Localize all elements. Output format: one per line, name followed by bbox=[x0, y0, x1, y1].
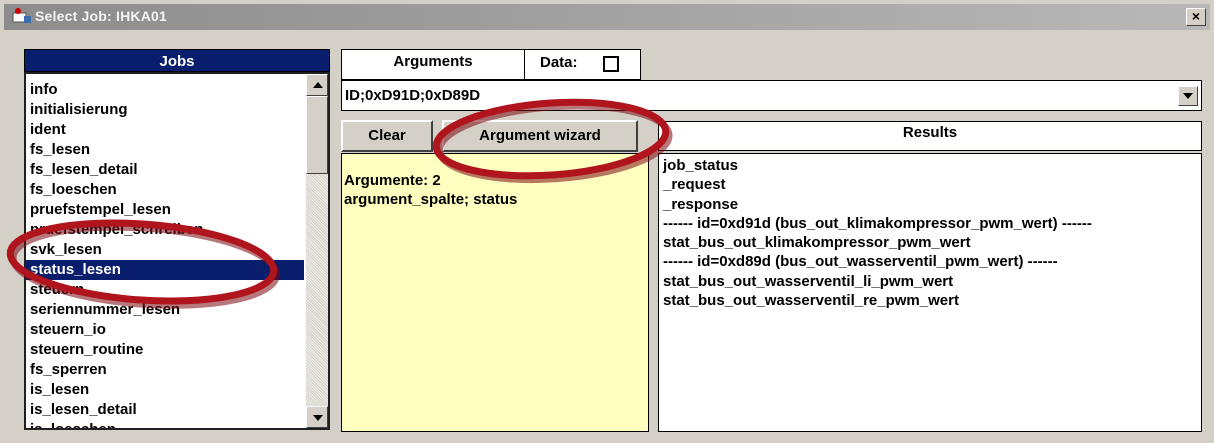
list-item[interactable]: info bbox=[26, 80, 304, 100]
list-item[interactable]: is_lesen_detail bbox=[26, 400, 304, 420]
result-line[interactable]: ------ id=0xd91d (bus_out_klimakompresso… bbox=[663, 214, 1201, 233]
chevron-down-icon bbox=[1183, 93, 1193, 99]
list-item[interactable]: is_loeschen bbox=[26, 420, 304, 428]
result-line[interactable]: job_status bbox=[663, 156, 1201, 175]
list-item[interactable]: is_lesen bbox=[26, 380, 304, 400]
result-line[interactable]: stat_bus_out_klimakompressor_pwm_wert bbox=[663, 233, 1201, 252]
list-item[interactable]: ident bbox=[26, 120, 304, 140]
jobs-header: Jobs bbox=[24, 49, 330, 72]
result-line[interactable]: stat_bus_out_wasserventil_li_pwm_wert bbox=[663, 272, 1201, 291]
window-title: Select Job: IHKA01 bbox=[35, 8, 167, 24]
data-checkbox[interactable] bbox=[603, 56, 619, 72]
arguments-combobox[interactable]: ID;0xD91D;0xD89D bbox=[341, 80, 1202, 111]
arguments-info-panel: Argumente: 2 argument_spalte; status bbox=[341, 153, 649, 432]
select-job-window: Select Job: IHKA01 × Jobs info initialisi… bbox=[0, 0, 1214, 443]
list-item[interactable]: steuern bbox=[26, 280, 304, 300]
result-line[interactable]: stat_bus_out_wasserventil_re_pwm_wert bbox=[663, 291, 1201, 310]
list-item[interactable]: svk_lesen bbox=[26, 240, 304, 260]
clear-button[interactable]: Clear bbox=[341, 120, 433, 152]
data-label: Data: bbox=[540, 54, 578, 71]
arguments-value[interactable]: ID;0xD91D;0xD89D bbox=[345, 87, 480, 104]
list-item[interactable]: pruefstempel_schreiben bbox=[26, 220, 304, 240]
arguments-count-line: Argumente: 2 bbox=[344, 172, 441, 189]
scroll-up-button[interactable] bbox=[306, 74, 328, 96]
list-item[interactable]: status_lesen bbox=[26, 260, 304, 280]
result-line[interactable]: ------ id=0xd89d (bus_out_wasserventil_p… bbox=[663, 252, 1201, 271]
list-item[interactable]: steuern_io bbox=[26, 320, 304, 340]
arguments-columns-line: argument_spalte; status bbox=[344, 191, 518, 208]
result-line[interactable]: _response bbox=[663, 195, 1201, 214]
list-item[interactable]: initialisierung bbox=[26, 100, 304, 120]
list-item[interactable]: fs_sperren bbox=[26, 360, 304, 380]
data-option: Data: bbox=[524, 49, 641, 80]
list-item[interactable]: pruefstempel_lesen bbox=[26, 200, 304, 220]
app-icon bbox=[12, 8, 31, 23]
result-line[interactable]: _request bbox=[663, 175, 1201, 194]
jobs-list[interactable]: info initialisierung ident fs_lesen fs_lesen… bbox=[24, 72, 330, 430]
list-item[interactable]: fs_lesen bbox=[26, 140, 304, 160]
title-bar: Select Job: IHKA01 × bbox=[4, 4, 1210, 30]
list-item[interactable]: fs_loeschen bbox=[26, 180, 304, 200]
scroll-down-button[interactable] bbox=[306, 406, 328, 428]
arrow-up-icon bbox=[313, 82, 323, 88]
arrow-down-icon bbox=[313, 415, 323, 421]
jobs-scrollbar[interactable] bbox=[306, 74, 328, 428]
results-list[interactable]: job_status _request _response ------ id=0xd… bbox=[658, 153, 1202, 432]
combo-dropdown-button[interactable] bbox=[1178, 86, 1198, 106]
arguments-label: Arguments bbox=[341, 49, 525, 80]
list-item[interactable]: steuern_routine bbox=[26, 340, 304, 360]
results-header: Results bbox=[658, 121, 1202, 151]
close-button[interactable]: × bbox=[1186, 8, 1206, 26]
argument-wizard-button[interactable]: Argument wizard bbox=[442, 120, 638, 152]
list-item[interactable]: seriennummer_lesen bbox=[26, 300, 304, 320]
list-item[interactable]: fs_lesen_detail bbox=[26, 160, 304, 180]
scroll-thumb[interactable] bbox=[306, 96, 328, 174]
